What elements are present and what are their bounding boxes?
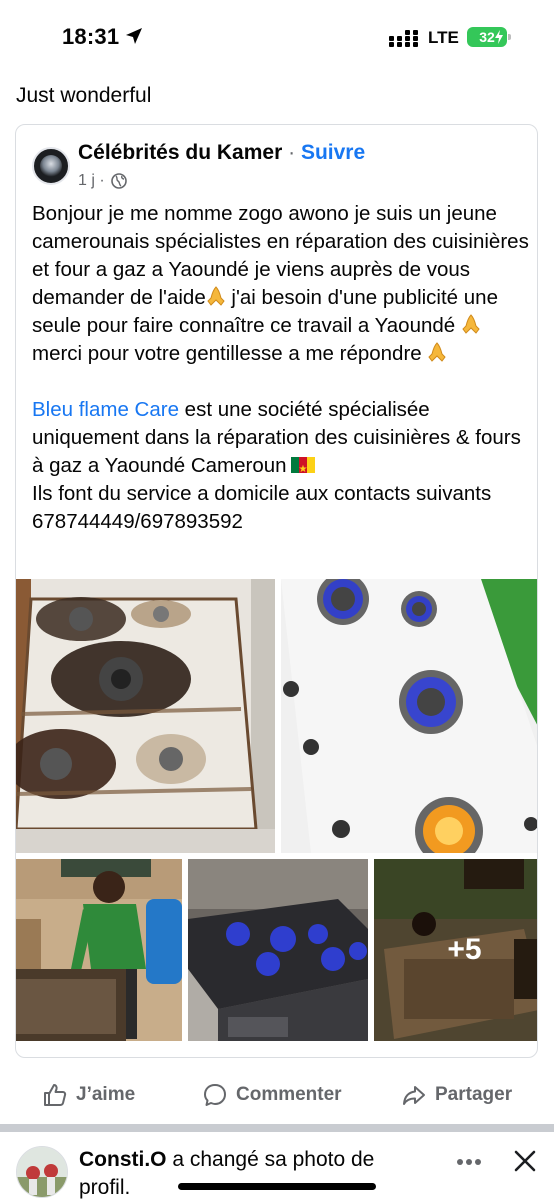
globe-icon: [110, 173, 127, 189]
comment-button[interactable]: Commenter: [202, 1082, 342, 1108]
battery-level: 32: [479, 29, 495, 45]
more-photos-count: +5: [447, 933, 482, 966]
photo-technician[interactable]: [16, 859, 182, 1041]
post-time[interactable]: 1 j ·: [78, 172, 105, 190]
feed-divider: [0, 1124, 554, 1132]
cameroon-flag-icon: [290, 456, 315, 484]
photo-workshop-more[interactable]: +5: [374, 859, 537, 1041]
post-paragraph-1: Bonjour je me nomme zogo awono je suis u…: [32, 200, 532, 368]
post-meta: 1 j ·: [78, 172, 127, 190]
cellular-signal-icon: [389, 29, 419, 47]
praying-hands-icon: [462, 314, 480, 334]
close-icon[interactable]: [512, 1148, 538, 1174]
more-photos-overlay[interactable]: +5: [374, 859, 537, 1041]
user-avatar[interactable]: [16, 1146, 68, 1198]
charging-bolt-icon: [495, 30, 503, 44]
share-arrow-icon: [403, 1086, 425, 1105]
like-label: J’aime: [76, 1084, 136, 1105]
status-bar: 18:31 LTE 32: [0, 0, 554, 72]
share-label: Partager: [435, 1084, 513, 1105]
post-paragraph-2: Bleu flame Care est une société spéciali…: [32, 396, 532, 536]
more-options-icon[interactable]: [456, 1158, 482, 1166]
photo-lit-burners[interactable]: [281, 579, 537, 853]
status-time: 18:31: [62, 24, 120, 49]
paragraph-2-contacts: Ils font du service a domicile aux conta…: [32, 482, 492, 533]
business-link[interactable]: Bleu flame Care: [32, 398, 179, 421]
share-button[interactable]: Partager: [401, 1082, 512, 1108]
photo-dirty-stove[interactable]: [16, 579, 275, 853]
network-type: LTE: [428, 28, 459, 47]
shared-post-card[interactable]: Célébrités du Kamer · Suivre 1 j · Bonjo…: [15, 124, 538, 1058]
battery-icon: 32: [467, 27, 511, 47]
shared-post-header: Célébrités du Kamer · Suivre 1 j ·: [16, 125, 537, 199]
comment-label: Commenter: [236, 1084, 342, 1105]
comment-bubble-icon: [204, 1084, 226, 1106]
post-action-bar: J’aime Commenter Partager: [0, 1066, 554, 1124]
paragraph-1-text-c: merci pour votre gentillesse a me répond…: [32, 342, 428, 365]
location-arrow-icon: [126, 28, 142, 44]
photo-gas-range[interactable]: [188, 859, 368, 1041]
user-name[interactable]: Consti.O: [79, 1148, 167, 1171]
thumbs-up-icon: [44, 1084, 67, 1106]
like-button[interactable]: J’aime: [42, 1082, 135, 1108]
praying-hands-icon: [207, 286, 225, 306]
activity-text: Consti.O a changé sa photo de profil.: [79, 1146, 419, 1200]
praying-hands-icon: [428, 342, 447, 362]
page-avatar[interactable]: [32, 147, 70, 185]
post-body: Bonjour je me nomme zogo awono je suis u…: [32, 200, 532, 536]
page-name-link[interactable]: Célébrités du Kamer: [78, 141, 282, 164]
name-separator: ·: [288, 141, 296, 164]
home-indicator[interactable]: [178, 1183, 376, 1190]
page-name-line: Célébrités du Kamer · Suivre: [78, 141, 365, 165]
post-caption: Just wonderful: [16, 84, 152, 107]
follow-button[interactable]: Suivre: [301, 141, 365, 164]
